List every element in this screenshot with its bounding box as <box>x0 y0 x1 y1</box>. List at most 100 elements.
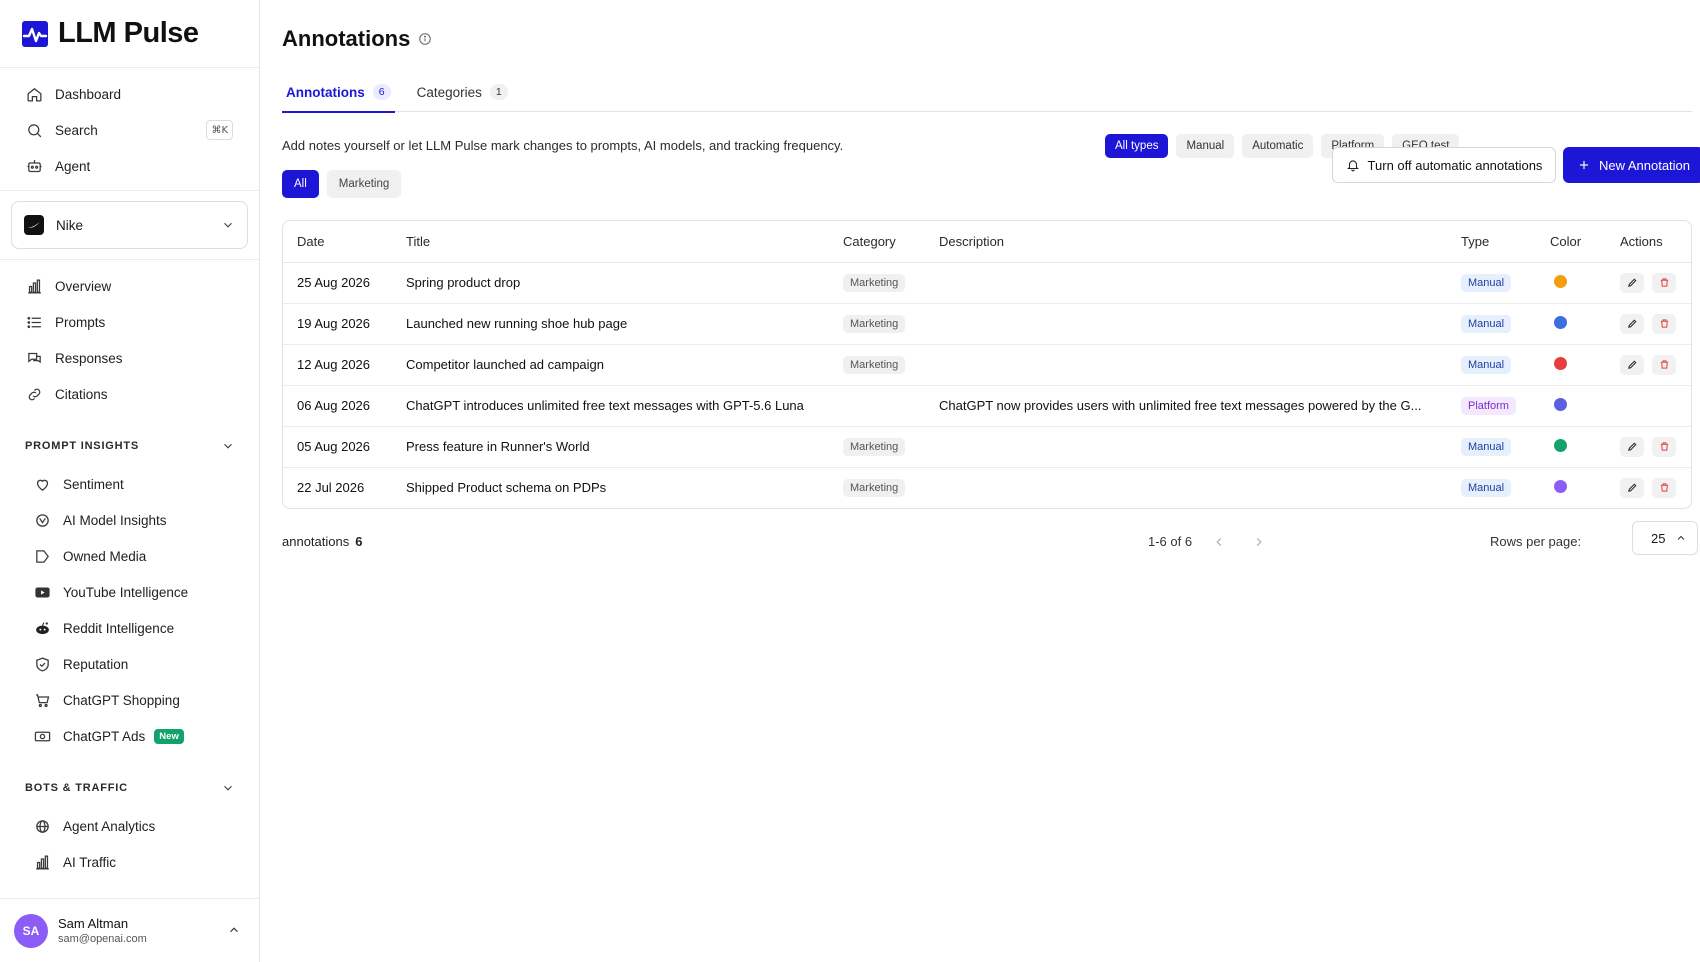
filter-manual[interactable]: Manual <box>1176 134 1235 158</box>
cell-category: Marketing <box>829 467 925 508</box>
main-content: Annotations Annotations 6 Categories 1 A… <box>260 0 1700 962</box>
delete-button[interactable] <box>1652 272 1676 293</box>
col-description[interactable]: Description <box>925 221 1447 263</box>
nav-responses[interactable]: Responses <box>12 340 247 376</box>
rows-per-page-select[interactable]: 25 <box>1632 521 1698 555</box>
col-category[interactable]: Category <box>829 221 925 263</box>
category-pill: Marketing <box>843 437 906 456</box>
nav-reputation[interactable]: Reputation <box>0 646 259 682</box>
tab-categories-count: 1 <box>489 84 508 100</box>
table-row[interactable]: 25 Aug 2026 Spring product drop Marketing M… <box>283 262 1691 304</box>
nav-prompts-label: Prompts <box>55 314 106 330</box>
tab-categories[interactable]: Categories 1 <box>413 72 512 112</box>
nav-agent[interactable]: Agent <box>12 148 247 184</box>
edit-button[interactable] <box>1620 313 1644 334</box>
table-row[interactable]: 05 Aug 2026 Press feature in Runner's Wor… <box>283 426 1691 468</box>
table-row[interactable]: 12 Aug 2026 Competitor launched ad campai… <box>283 344 1691 386</box>
cell-color <box>1536 467 1606 508</box>
section-prompt-insights[interactable]: PROMPT INSIGHTS <box>0 426 259 466</box>
nav-owned-media[interactable]: Owned Media <box>0 538 259 574</box>
category-pill: Marketing <box>843 355 906 374</box>
chevron-left-icon[interactable] <box>1212 535 1226 549</box>
brand-selector[interactable]: Nike <box>11 201 248 249</box>
nav-reddit-intelligence-label: Reddit Intelligence <box>63 620 175 636</box>
turn-off-automatic-button[interactable]: Turn off automatic annotations <box>1332 147 1556 183</box>
tab-categories-label: Categories <box>416 84 482 100</box>
cell-color <box>1536 303 1606 345</box>
annotations-count-label: annotations <box>282 534 350 549</box>
nav-overview[interactable]: Overview <box>12 268 247 304</box>
globe-icon <box>33 817 51 835</box>
robot-icon <box>25 157 43 175</box>
chevron-down-icon <box>224 443 232 449</box>
edit-button[interactable] <box>1620 477 1644 498</box>
edit-button[interactable] <box>1620 354 1644 375</box>
nav-ai-model-insights[interactable]: AI Model Insights <box>0 502 259 538</box>
color-dot <box>1554 315 1567 329</box>
nav-ai-traffic[interactable]: AI Traffic <box>0 844 259 880</box>
section-bots-traffic[interactable]: BOTS & TRAFFIC <box>0 768 259 808</box>
delete-button[interactable] <box>1652 436 1676 457</box>
col-actions: Actions <box>1606 221 1691 263</box>
nav-youtube-intelligence[interactable]: YouTube Intelligence <box>0 574 259 610</box>
category-filters: All Marketing <box>282 170 409 198</box>
edit-button[interactable] <box>1620 436 1644 457</box>
trash-icon <box>1660 442 1668 451</box>
filter-all-types[interactable]: All types <box>1105 134 1169 158</box>
table-row[interactable]: 06 Aug 2026 ChatGPT introduces unlimited … <box>283 385 1691 427</box>
col-title[interactable]: Title <box>392 221 829 263</box>
filter-category-marketing[interactable]: Marketing <box>326 170 402 198</box>
cell-category <box>829 385 925 427</box>
cell-description <box>925 426 1447 468</box>
table-body: 25 Aug 2026 Spring product drop Marketing M… <box>283 262 1691 508</box>
cell-category: Marketing <box>829 262 925 304</box>
delete-button[interactable] <box>1652 354 1676 375</box>
pagination: 1-6 of 6 <box>1148 534 1266 549</box>
nav-reddit-intelligence[interactable]: Reddit Intelligence <box>0 610 259 646</box>
new-annotation-label: New Annotation <box>1598 157 1691 173</box>
cell-title: Spring product drop <box>392 262 829 304</box>
user-menu[interactable]: SA Sam Altman sam@openai.com <box>0 898 259 962</box>
pencil-icon <box>1627 319 1636 328</box>
cell-category: Marketing <box>829 426 925 468</box>
nav-ai-model-insights-label: AI Model Insights <box>63 512 167 528</box>
nav-chatgpt-ads[interactable]: ChatGPT Ads New <box>0 718 259 754</box>
plus-icon <box>1579 160 1589 170</box>
type-pill: Platform <box>1461 396 1516 415</box>
filter-category-all[interactable]: All <box>282 170 319 198</box>
bar-chart-icon <box>33 853 51 871</box>
nav-search[interactable]: Search ⌘K <box>12 112 247 148</box>
delete-button[interactable] <box>1652 313 1676 334</box>
table-row[interactable]: 22 Jul 2026 Shipped Product schema on PDP… <box>283 467 1691 508</box>
user-name: Sam Altman <box>58 916 129 931</box>
cell-title: Launched new running shoe hub page <box>392 303 829 345</box>
nav-chatgpt-shopping[interactable]: ChatGPT Shopping <box>0 682 259 718</box>
nav-sentiment[interactable]: Sentiment <box>0 466 259 502</box>
cursor-icon <box>33 547 51 565</box>
col-date[interactable]: Date <box>283 221 392 263</box>
nav-agent-analytics[interactable]: Agent Analytics <box>0 808 259 844</box>
logo-text: LLM Pulse <box>58 17 199 49</box>
nav-citations-label: Citations <box>55 386 108 402</box>
table-row[interactable]: 19 Aug 2026 Launched new running shoe hub… <box>283 303 1691 345</box>
cell-type: Manual <box>1447 344 1536 386</box>
logo[interactable]: LLM Pulse <box>0 0 259 68</box>
edit-button[interactable] <box>1620 272 1644 293</box>
chevron-right-icon[interactable] <box>1252 535 1266 549</box>
cell-type: Platform <box>1447 385 1536 427</box>
new-annotation-button[interactable]: New Annotation <box>1563 147 1700 183</box>
tab-annotations-count: 6 <box>372 84 391 100</box>
nav-dashboard[interactable]: Dashboard <box>12 76 247 112</box>
tab-annotations[interactable]: Annotations 6 <box>282 72 395 113</box>
nav-prompts[interactable]: Prompts <box>12 304 247 340</box>
delete-button[interactable] <box>1652 477 1676 498</box>
info-icon[interactable] <box>418 32 432 46</box>
col-color[interactable]: Color <box>1536 221 1606 263</box>
type-pill: Manual <box>1461 478 1512 497</box>
filter-automatic[interactable]: Automatic <box>1242 134 1314 158</box>
color-dot <box>1554 274 1567 288</box>
nav-citations[interactable]: Citations <box>12 376 247 412</box>
col-type[interactable]: Type <box>1447 221 1536 263</box>
reddit-icon <box>33 619 51 637</box>
main-nav: Overview Prompts Responses Citations <box>0 260 259 418</box>
